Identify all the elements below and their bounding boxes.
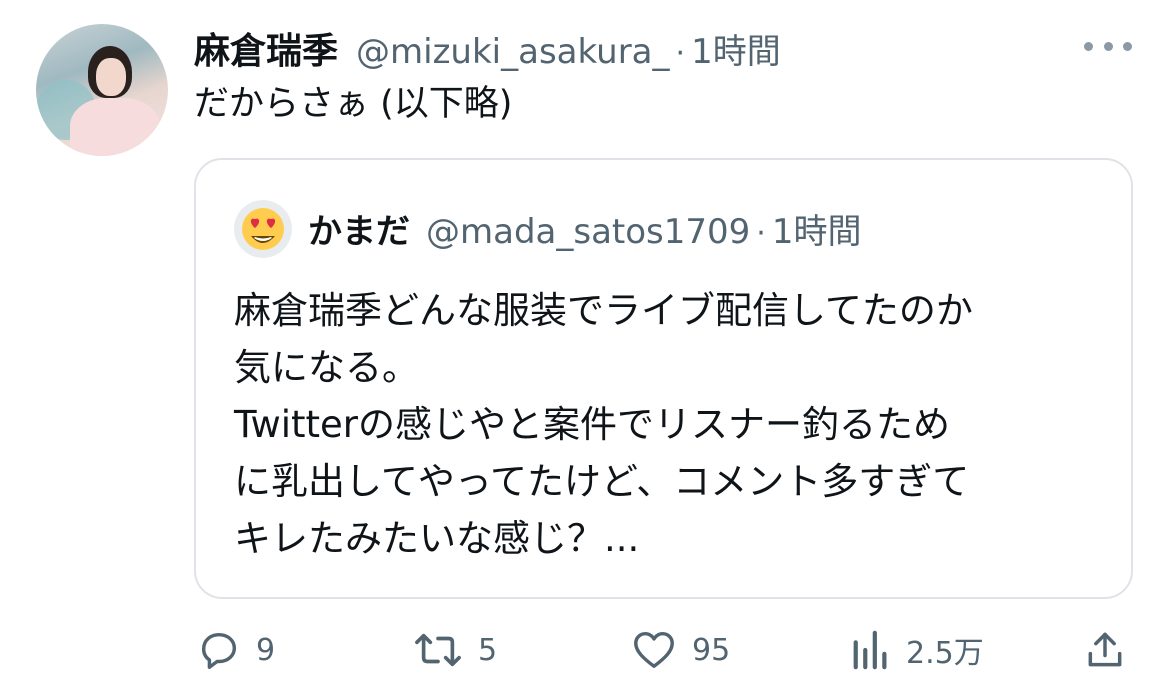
reply-icon <box>201 632 237 669</box>
heart-eyes-emoji-icon[interactable] <box>234 200 292 258</box>
quoted-text-line: 気になる。 <box>234 346 419 389</box>
author-avatar[interactable] <box>36 24 168 156</box>
views-button[interactable]: 2.5万 <box>850 620 984 680</box>
retweet-icon <box>415 633 461 667</box>
quoted-text-line: キレたみたいな感じ？... <box>234 517 640 560</box>
like-button[interactable]: 95 <box>630 620 730 680</box>
share-upload-icon <box>1088 632 1122 667</box>
quoted-text-line: Twitterの感じやと案件でリスナー釣るため <box>234 403 951 446</box>
quoted-author-name[interactable]: かまだ <box>308 204 410 253</box>
reply-count: 9 <box>256 632 276 668</box>
author-name[interactable]: 麻倉瑞季 <box>194 22 338 74</box>
heart-icon <box>634 631 674 669</box>
author-handle[interactable]: @mizuki_asakura_ <box>356 32 670 72</box>
tweet-timestamp[interactable]: 1時間 <box>691 24 781 73</box>
more-options-icon[interactable] <box>1084 40 1132 52</box>
more-dot <box>1103 41 1113 51</box>
avatar-figure-body <box>70 98 160 156</box>
views-count: 2.5万 <box>906 636 984 671</box>
quoted-tweet-timestamp[interactable]: 1時間 <box>772 204 862 253</box>
quoted-text-line: に乳出してやってたけど、コメント多すぎて <box>234 460 970 503</box>
share-button[interactable] <box>1083 620 1127 680</box>
tweet-header: 麻倉瑞季 @mizuki_asakura_ · 1時間 <box>194 22 781 72</box>
header-separator: · <box>675 36 686 71</box>
reply-button[interactable]: 9 <box>196 620 275 680</box>
analytics-bar-chart-icon <box>853 630 887 670</box>
more-dot <box>1123 41 1132 51</box>
retweet-button[interactable]: 5 <box>412 620 497 680</box>
avatar-figure-face <box>96 58 126 96</box>
tweet-text: だからさぁ (以下略) <box>194 84 513 124</box>
quoted-tweet-text: 麻倉瑞季どんな服装でライブ配信してたのか 気になる。 Twitterの感じやと案… <box>234 282 1094 567</box>
quoted-tweet-header: かまだ @mada_satos1709 · 1時間 <box>308 204 861 253</box>
more-dot <box>1084 41 1093 51</box>
tweet-actions-bar: 9 5 95 2.5万 <box>0 620 1170 680</box>
quoted-header-separator: · <box>756 216 766 251</box>
like-count: 95 <box>692 632 731 668</box>
quoted-author-handle[interactable]: @mada_satos1709 <box>426 212 750 252</box>
quoted-text-line: 麻倉瑞季どんな服装でライブ配信してたのか <box>234 289 973 332</box>
quoted-tweet-card[interactable]: かまだ @mada_satos1709 · 1時間 麻倉瑞季どんな服装でライブ配… <box>194 158 1133 599</box>
retweet-count: 5 <box>478 632 498 668</box>
